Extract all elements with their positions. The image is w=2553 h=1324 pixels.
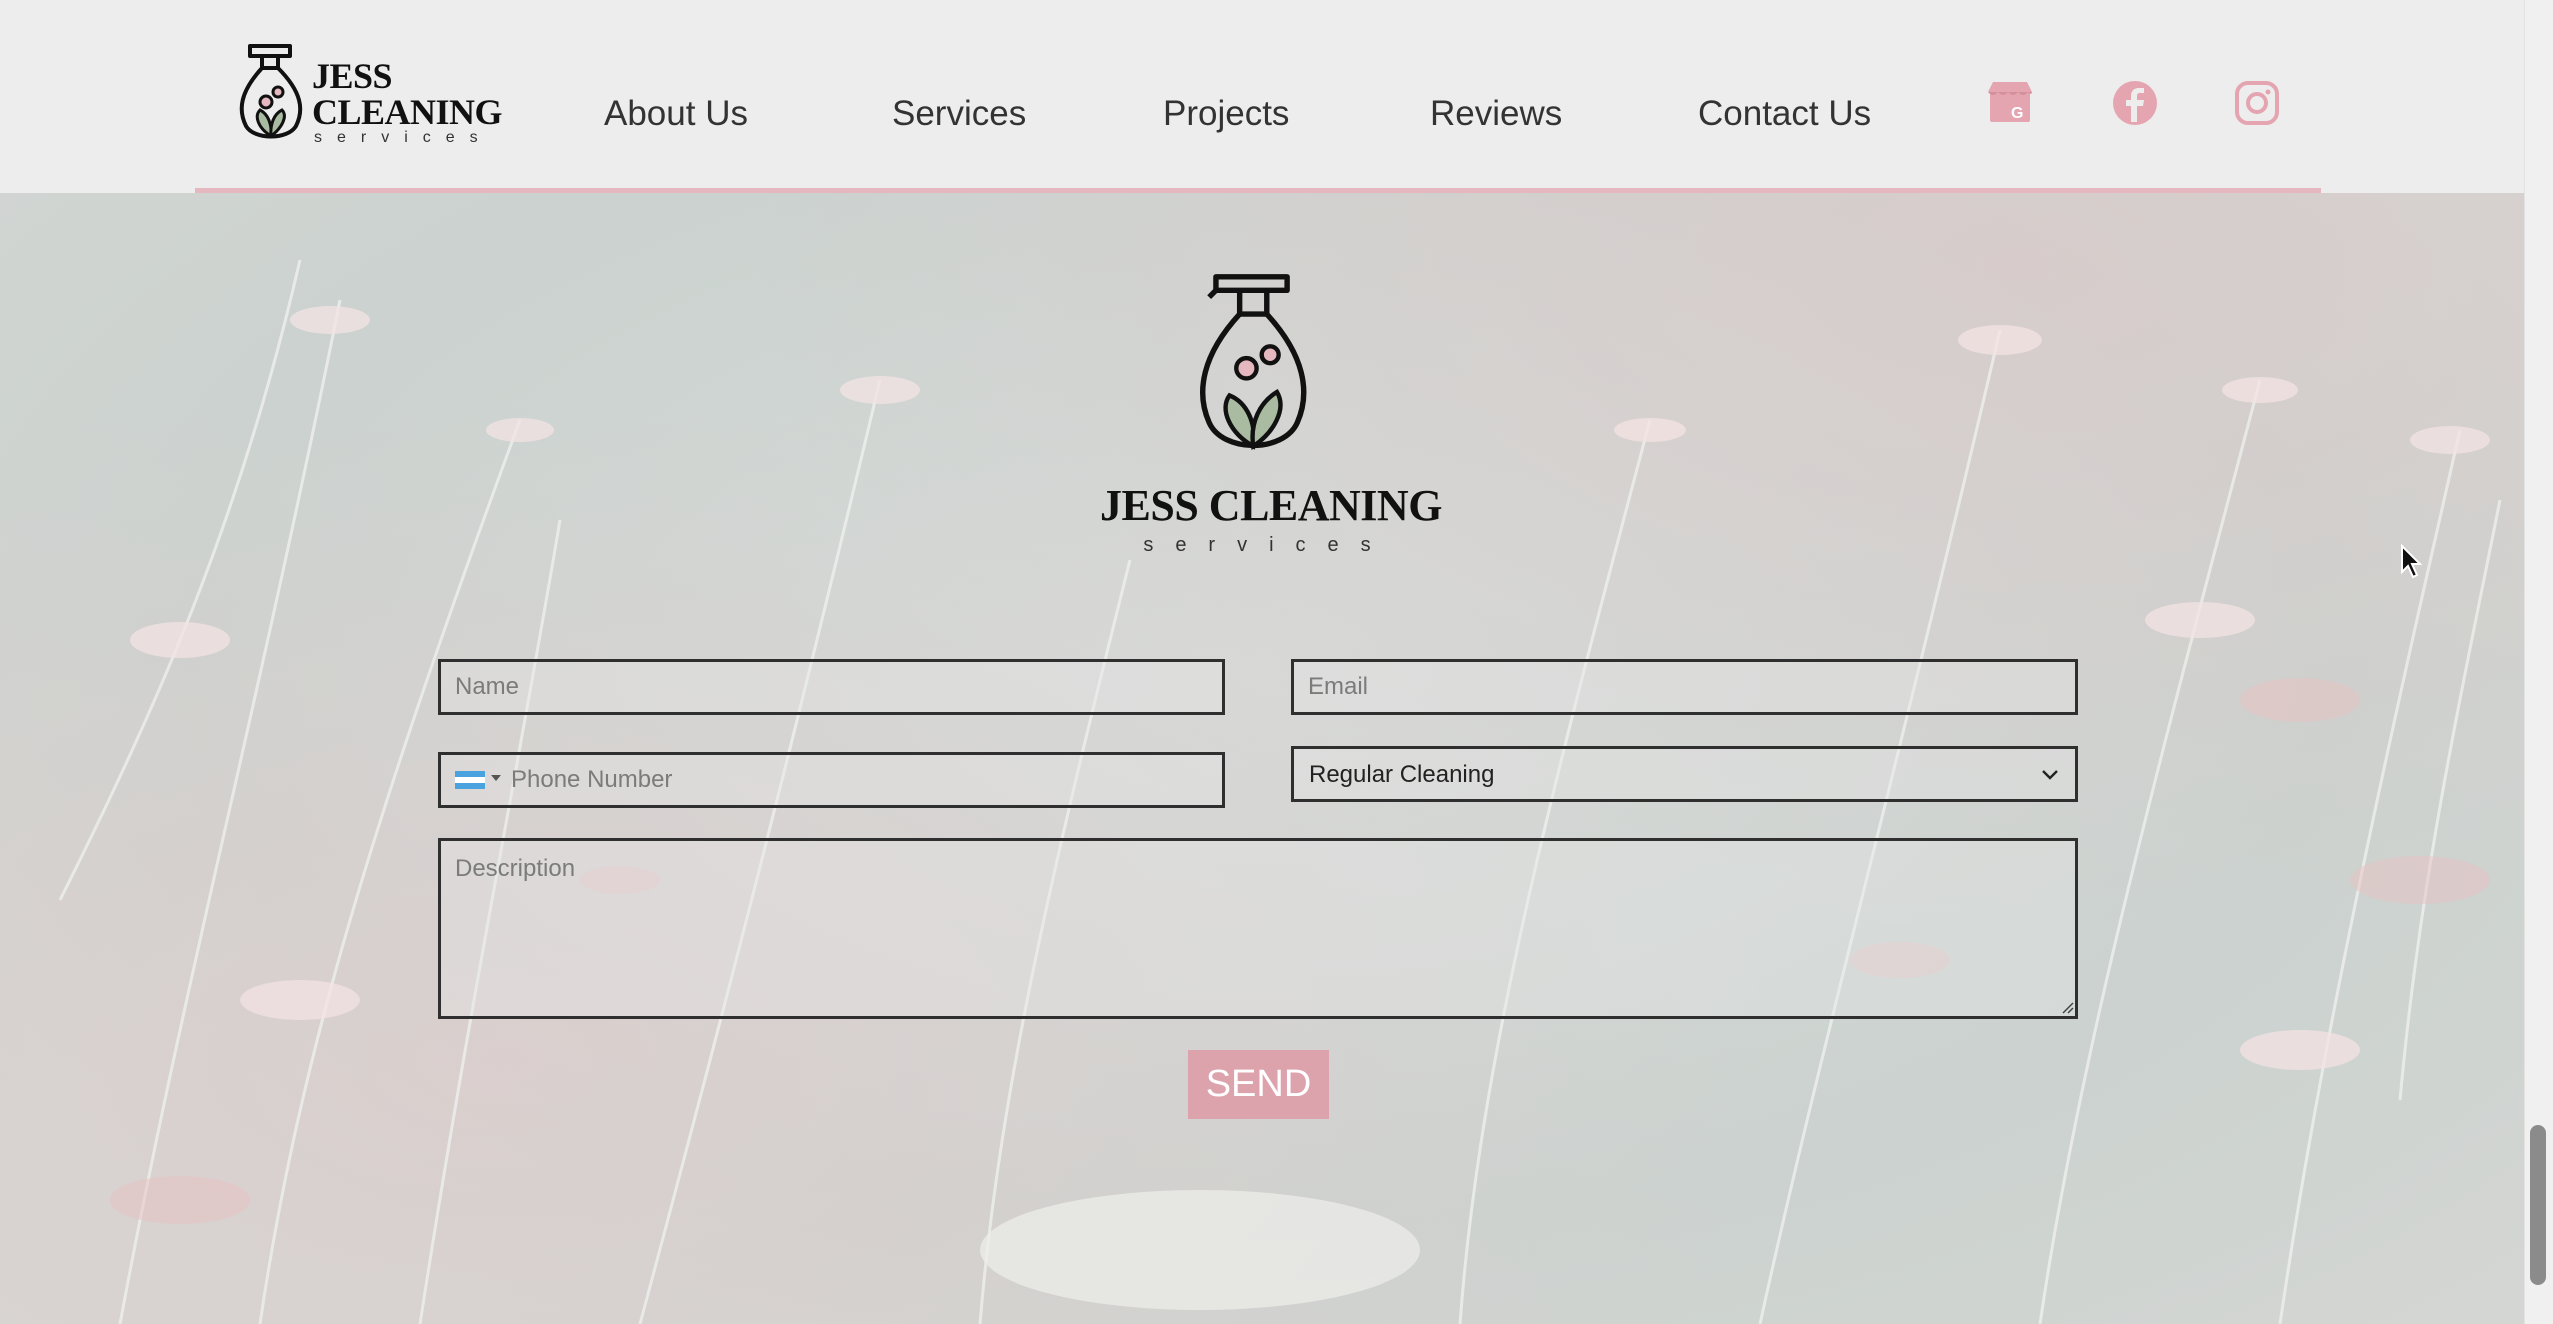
- nav-about-us[interactable]: About Us: [604, 94, 748, 134]
- mouse-cursor-icon: [2401, 544, 2423, 579]
- instagram-icon[interactable]: [2232, 78, 2282, 128]
- scrollbar-thumb[interactable]: [2530, 1125, 2546, 1285]
- service-select-value: Regular Cleaning: [1309, 761, 1495, 788]
- email-input[interactable]: [1291, 659, 2078, 715]
- resize-handle-icon[interactable]: [2060, 1000, 2074, 1014]
- site-header: JESS CLEANING services About Us Services…: [0, 0, 2524, 193]
- nav-services[interactable]: Services: [892, 94, 1026, 134]
- header-divider: [195, 188, 2321, 193]
- brand-title: JESS CLEANING: [1100, 481, 1442, 530]
- spray-bottle-logo-icon: [239, 44, 303, 139]
- nav-reviews[interactable]: Reviews: [1430, 94, 1562, 134]
- service-select[interactable]: Regular Cleaning: [1291, 746, 2078, 802]
- nav-contact-us[interactable]: Contact Us: [1698, 94, 1871, 134]
- main-logo: JESS CLEANING services: [1100, 270, 1442, 560]
- logo-title: JESS CLEANING: [312, 56, 503, 132]
- spray-bottle-logo-icon: [1200, 274, 1307, 451]
- nav-projects[interactable]: Projects: [1163, 94, 1289, 134]
- country-flag-icon[interactable]: [455, 771, 485, 789]
- background-image: [0, 0, 2524, 1324]
- facebook-icon[interactable]: [2110, 78, 2160, 128]
- description-textarea[interactable]: [438, 838, 2078, 1019]
- google-business-icon[interactable]: G: [1985, 78, 2035, 128]
- phone-field: [438, 752, 1225, 808]
- phone-input[interactable]: [511, 755, 1211, 805]
- logo-subtitle: services: [314, 129, 493, 146]
- chevron-down-icon: [2042, 770, 2058, 780]
- name-input[interactable]: [438, 659, 1225, 715]
- country-dropdown-icon[interactable]: [491, 775, 501, 781]
- brand-subtitle: services: [1143, 534, 1393, 556]
- header-logo[interactable]: JESS CLEANING services: [232, 40, 503, 150]
- send-button[interactable]: SEND: [1188, 1050, 1329, 1119]
- svg-text:G: G: [2011, 105, 2023, 122]
